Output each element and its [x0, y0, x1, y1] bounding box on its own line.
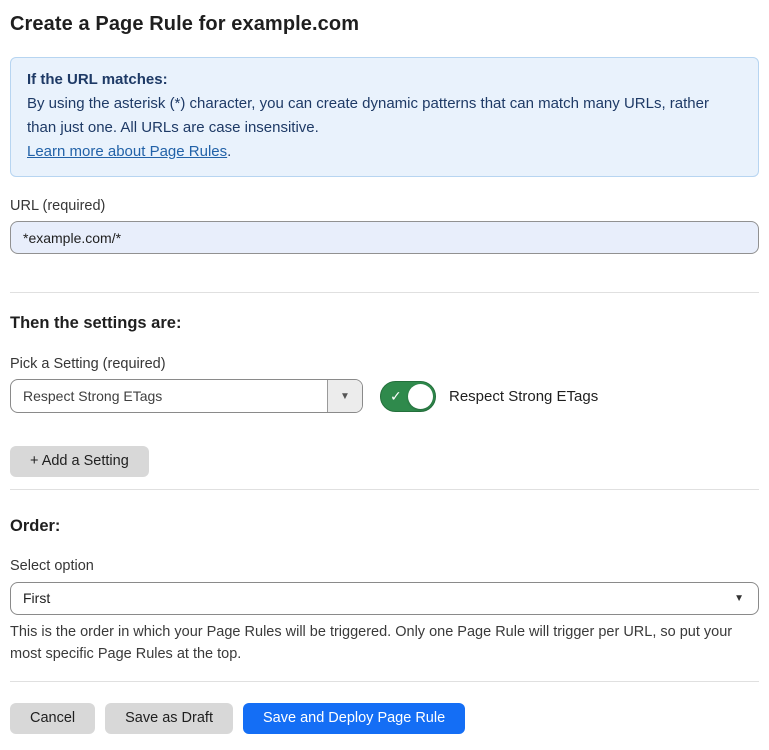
- setting-toggle-label: Respect Strong ETags: [449, 388, 598, 405]
- order-section-heading: Order:: [10, 516, 759, 536]
- url-input[interactable]: [10, 221, 759, 254]
- info-box-heading: If the URL matches:: [27, 68, 742, 92]
- link-suffix: .: [227, 143, 231, 160]
- footer-actions: Cancel Save as Draft Save and Deploy Pag…: [10, 703, 759, 734]
- learn-more-link[interactable]: Learn more about Page Rules: [27, 143, 227, 160]
- save-draft-button[interactable]: Save as Draft: [105, 703, 233, 734]
- setting-toggle-group: ✓ Respect Strong ETags: [380, 381, 598, 412]
- order-help-text: This is the order in which your Page Rul…: [10, 621, 755, 665]
- chevron-down-icon: ▼: [340, 391, 350, 402]
- setting-select[interactable]: Respect Strong ETags ▼: [10, 379, 363, 413]
- info-box-link-line: Learn more about Page Rules.: [27, 140, 742, 164]
- check-icon: ✓: [390, 389, 402, 403]
- url-field-label: URL (required): [10, 197, 759, 215]
- divider: [10, 292, 759, 293]
- info-box-body: By using the asterisk (*) character, you…: [27, 92, 742, 140]
- setting-select-arrow-button[interactable]: ▼: [327, 380, 362, 412]
- save-deploy-button[interactable]: Save and Deploy Page Rule: [243, 703, 465, 734]
- url-match-info-box: If the URL matches: By using the asteris…: [10, 57, 759, 177]
- page-rule-form: Create a Page Rule for example.com If th…: [0, 0, 769, 750]
- setting-row: Respect Strong ETags ▼ ✓ Respect Strong …: [10, 379, 759, 413]
- pick-setting-label: Pick a Setting (required): [10, 355, 759, 373]
- page-title: Create a Page Rule for example.com: [10, 12, 759, 36]
- cancel-button[interactable]: Cancel: [10, 703, 95, 734]
- toggle-knob: [408, 384, 433, 409]
- divider: [10, 681, 759, 682]
- chevron-down-icon: ▼: [734, 593, 744, 604]
- order-select-value: First: [23, 583, 734, 614]
- order-select-label: Select option: [10, 557, 759, 575]
- settings-section-heading: Then the settings are:: [10, 313, 759, 333]
- setting-select-value: Respect Strong ETags: [11, 380, 327, 412]
- add-setting-button[interactable]: + Add a Setting: [10, 446, 149, 477]
- divider: [10, 489, 759, 490]
- order-select[interactable]: First ▼: [10, 582, 759, 615]
- setting-toggle[interactable]: ✓: [380, 381, 436, 412]
